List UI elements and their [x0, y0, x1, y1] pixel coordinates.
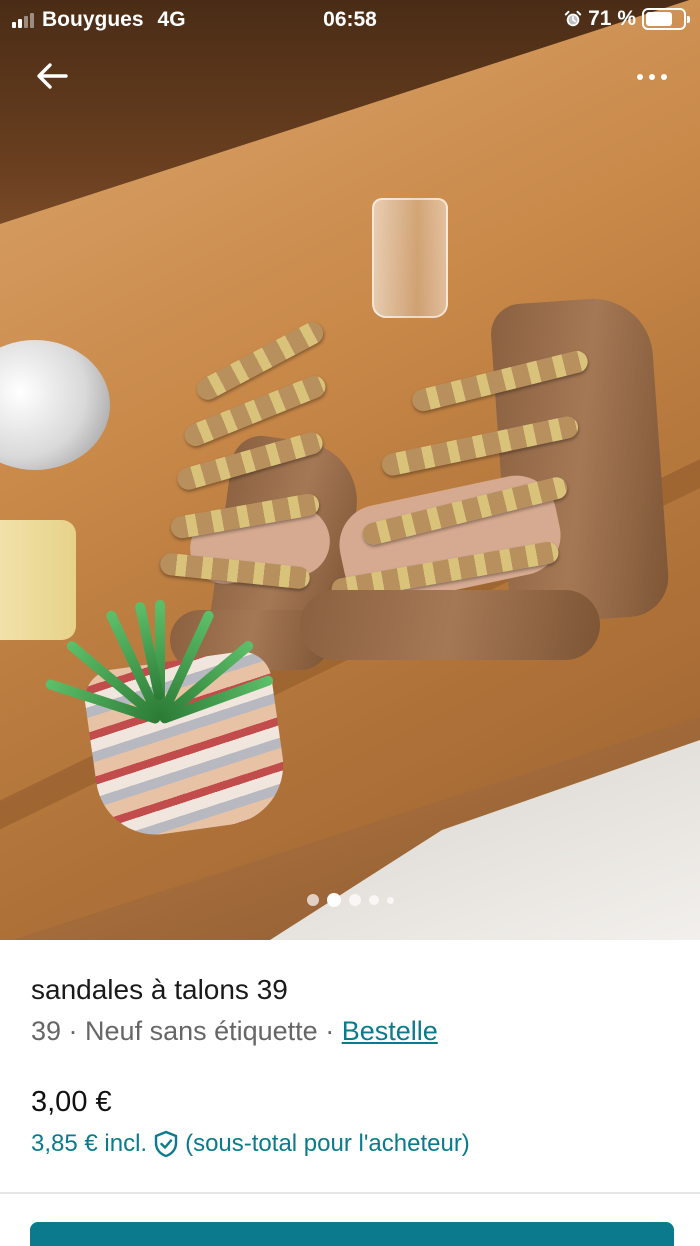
pagination-dot[interactable]: [386, 896, 394, 904]
buyer-price-note: (sous-total pour l'acheteur): [185, 1130, 470, 1157]
battery-icon: [642, 8, 690, 30]
buy-now-button[interactable]: [30, 1222, 674, 1246]
photo-right-sandal: [300, 150, 680, 670]
status-bar: Bouygues 4G 06:58 71 %: [0, 0, 700, 40]
shield-check-icon: [154, 1130, 178, 1158]
item-details: sandales à talons 39 39 · Neuf sans étiq…: [0, 940, 700, 1192]
pagination-dot[interactable]: [368, 895, 379, 905]
product-photo[interactable]: [0, 0, 700, 940]
item-title: sandales à talons 39: [31, 974, 288, 1005]
buyer-protection-price[interactable]: 3,85 € incl. (sous-total pour l'acheteur…: [31, 1130, 470, 1158]
item-condition: Neuf sans étiquette: [85, 1016, 318, 1046]
back-button[interactable]: [30, 56, 74, 96]
photo-pagination: [0, 893, 700, 907]
buyer-price-value: 3,85 € incl.: [31, 1130, 148, 1157]
item-attributes: 39 · Neuf sans étiquette · Bestelle: [31, 1016, 438, 1046]
item-size: 39: [31, 1016, 62, 1046]
arrow-left-icon: [37, 63, 68, 89]
more-options-button[interactable]: [628, 60, 676, 94]
pagination-dot[interactable]: [348, 894, 361, 906]
photo-succulent-plant: [44, 590, 275, 790]
battery-percentage: 71 %: [588, 7, 636, 30]
section-divider: [0, 1192, 700, 1194]
more-dots-icon: [637, 74, 643, 80]
brand-link[interactable]: Bestelle: [342, 1016, 438, 1046]
pagination-dot-active[interactable]: [326, 893, 341, 907]
pagination-dot[interactable]: [306, 894, 319, 906]
item-price: 3,00 €: [31, 1086, 112, 1118]
alarm-icon: [564, 10, 582, 27]
